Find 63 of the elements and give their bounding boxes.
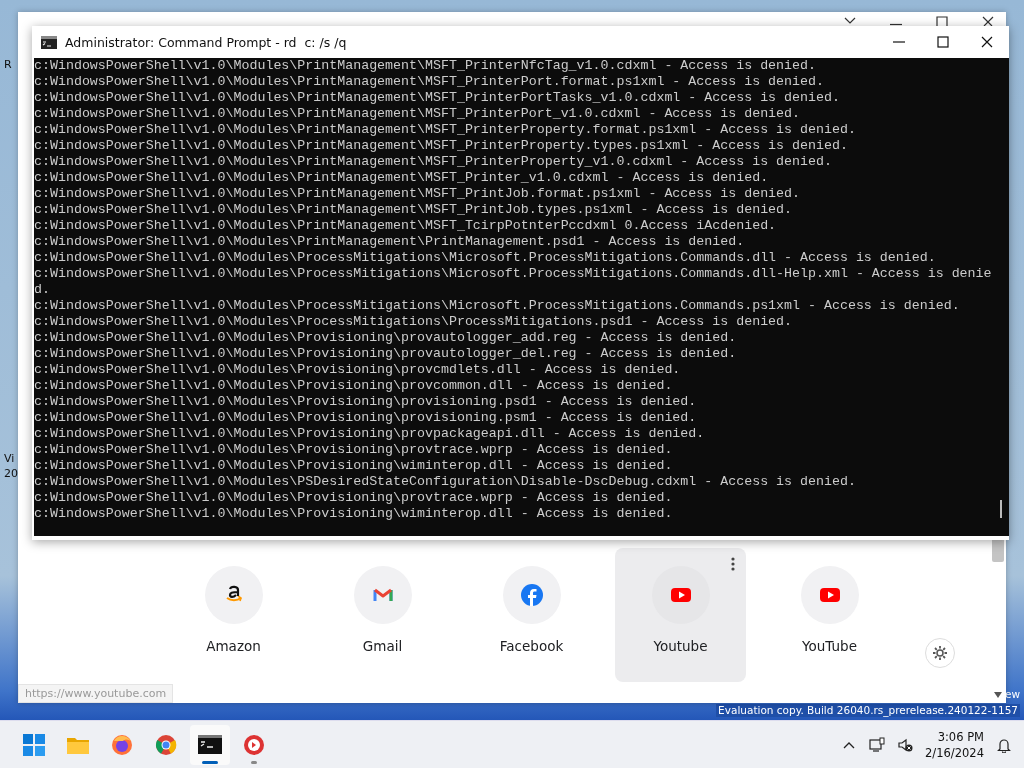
record-icon xyxy=(242,733,266,757)
shortcut-tile[interactable]: Amazon xyxy=(168,548,299,682)
scrollbar-thumb[interactable] xyxy=(1000,500,1002,518)
status-url: https://www.youtube.com xyxy=(18,684,174,703)
window-title: Administrator: Command Prompt - rd c: /s /q xyxy=(65,34,348,50)
console-line: c:WindowsPowerShell\v1.0\Modules\PrintManagement\MSFT_PrintJob.format.ps1xml - Access is denied. xyxy=(34,186,801,202)
desktop-icon-label: R xyxy=(4,58,12,71)
console-line: c:WindowsPowerShell\v1.0\Modules\PrintManagement\MSFT_TcirpPotnterPccdxml 0.Access iAcdenied. xyxy=(34,218,777,234)
desktop-icon-label: 20 xyxy=(4,467,18,480)
console-line: c:WindowsPowerShell\v1.0\Modules\Provisioning\provcmdlets.dll - Access is denied. xyxy=(34,362,681,378)
console-line: c:WindowsPowerShell\v1.0\Modules\PrintManagement\MSFT_PrinterProperty.types.ps1xml - Access is denied. xyxy=(34,138,848,154)
console-line: c:WindowsPowerShell\v1.0\Modules\Provisioning\provcommon.dll - Access is denied. xyxy=(34,378,673,394)
console-line: c:WindowsPowerShell\v1.0\Modules\PrintManagement\MSFT_PrinterPort_v1.0.cdxml - Access is denied. xyxy=(34,106,801,122)
shortcut-label: Gmail xyxy=(362,638,403,654)
console-line: c:WindowsPowerShell\v1.0\Modules\PrintManagement\MSFT_PrinterPortTasks_v1.0.cdxml - Access is denied. xyxy=(34,90,840,106)
desktop-icon-label: Vi xyxy=(4,452,15,465)
clock-time[interactable]: 3:06 PM xyxy=(937,729,984,745)
volume-muted-icon[interactable] xyxy=(897,737,914,753)
watermark-text: Evaluation copy. Build 26040.rs_prerelease.240122-1157 xyxy=(716,704,1020,717)
console-line: c:WindowsPowerShell\v1.0\Modules\Provisioning\provpackageapi.dll - Access is denied. xyxy=(34,426,705,442)
bell-icon[interactable] xyxy=(996,737,1012,753)
console-line: c:WindowsPowerShell\v1.0\Modules\Provisioning\provautologger_del.reg - Access is denied. xyxy=(34,346,737,362)
shortcut-label: Facebook xyxy=(499,638,564,654)
taskbar-app[interactable] xyxy=(190,725,230,765)
console-line: c:WindowsPowerShell\v1.0\Modules\PrintManagement\MSFT_PrinterProperty.format.ps1xml - Access is denied. xyxy=(34,122,856,138)
console-line: d. xyxy=(34,282,50,298)
console-line: c:WindowsPowerShell\v1.0\Modules\Provisioning\wiminterop.dll - Access is denied. xyxy=(34,506,673,522)
clock-date[interactable]: 2/16/2024 xyxy=(925,745,984,761)
console-line: c:WindowsPowerShell\v1.0\Modules\PrintManagement\MSFT_Printer_v1.0.cdxml - Access is denied. xyxy=(34,170,769,186)
console-line: c:WindowsPowerShell\v1.0\Modules\PrintManagement\PrintManagement.psd1 - Access is denied. xyxy=(34,234,745,250)
network-icon[interactable] xyxy=(869,737,886,753)
console-line: c:WindowsPowerShell\v1.0\Modules\PrintManagement\MSFT_PrinterProperty_v1.0.cdxml - Access is denied. xyxy=(34,154,832,170)
shortcut-tile[interactable]: Gmail xyxy=(317,548,448,682)
shortcut-label: YouTube xyxy=(802,638,857,654)
console-line: c:WindowsPowerShell\v1.0\Modules\Provisioning\provtrace.wprp - Access is denied. xyxy=(34,490,673,506)
console-line: c:WindowsPowerShell\v1.0\Modules\Provisioning\wiminterop.dll - Access is denied. xyxy=(34,458,673,474)
console-line: c:WindowsPowerShell\v1.0\Modules\PSDesiredStateConfiguration\Disable-DscDebug.cdxml - Access is denied. xyxy=(34,474,856,490)
console-line: c:WindowsPowerShell\v1.0\Modules\Provisioning\provisioning.psd1 - Access is denied. xyxy=(34,394,697,410)
shortcut-tile[interactable]: YouTube xyxy=(764,548,895,682)
console-line: c:WindowsPowerShell\v1.0\Modules\ProcessMitigations\Microsoft.ProcessMitigations.Commands.ps1xml - Access is denied. xyxy=(34,298,960,314)
shortcut-label: Amazon xyxy=(206,638,261,654)
terminal-icon xyxy=(41,35,57,49)
console-line: c:WindowsPowerShell\v1.0\Modules\Provisioning\provisioning.psm1 - Access is denied. xyxy=(34,410,697,426)
settings-icon xyxy=(931,644,949,662)
console-line: c:WindowsPowerShell\v1.0\Modules\ProcessMitigations\ProcessMitigations.psd1 - Access is denied. xyxy=(34,314,793,330)
console-line: c:WindowsPowerShell\v1.0\Modules\PrintManagement\MSFT_PrinterPort.format.ps1xml - Access is denied. xyxy=(34,74,824,90)
windows-logo-icon xyxy=(22,733,46,757)
shortcut-tile[interactable]: Youtube xyxy=(615,548,746,682)
console-line: c:WindowsPowerShell\v1.0\Modules\ProcessMitigations\Microsoft.ProcessMitigations.Commands.dll-Help.xml - Access is denie xyxy=(34,266,992,282)
terminal-icon xyxy=(198,733,222,757)
console-line: c:WindowsPowerShell\v1.0\Modules\PrintManagement\MSFT_PrinterNfcTag_v1.0.cdxml - Access is denied. xyxy=(34,58,816,74)
facebook-logo-icon xyxy=(518,582,545,608)
fox-globe-icon xyxy=(110,733,134,757)
console-line: c:WindowsPowerShell\v1.0\Modules\Provisioning\provautologger_add.reg - Access is denied. xyxy=(34,330,737,346)
scroll-down-icon[interactable] xyxy=(993,691,1003,699)
console-line: c:WindowsPowerShell\v1.0\Modules\PrintManagement\MSFT_PrintJob.types.ps1xml - Access is denied. xyxy=(34,202,793,218)
watermark-text: ew xyxy=(1004,688,1020,701)
chrome-logo-icon xyxy=(154,733,178,757)
console-line: c:WindowsPowerShell\v1.0\Modules\Provisioning\provtrace.wprp - Access is denied. xyxy=(34,442,673,458)
shortcut-label: Youtube xyxy=(653,638,708,654)
shortcut-tile[interactable]: Facebook xyxy=(466,548,597,682)
customize-button[interactable] xyxy=(925,638,955,668)
console-line: c:WindowsPowerShell\v1.0\Modules\ProcessMitigations\Microsoft.ProcessMitigations.Commands.dll - Access is denied. xyxy=(34,250,936,266)
